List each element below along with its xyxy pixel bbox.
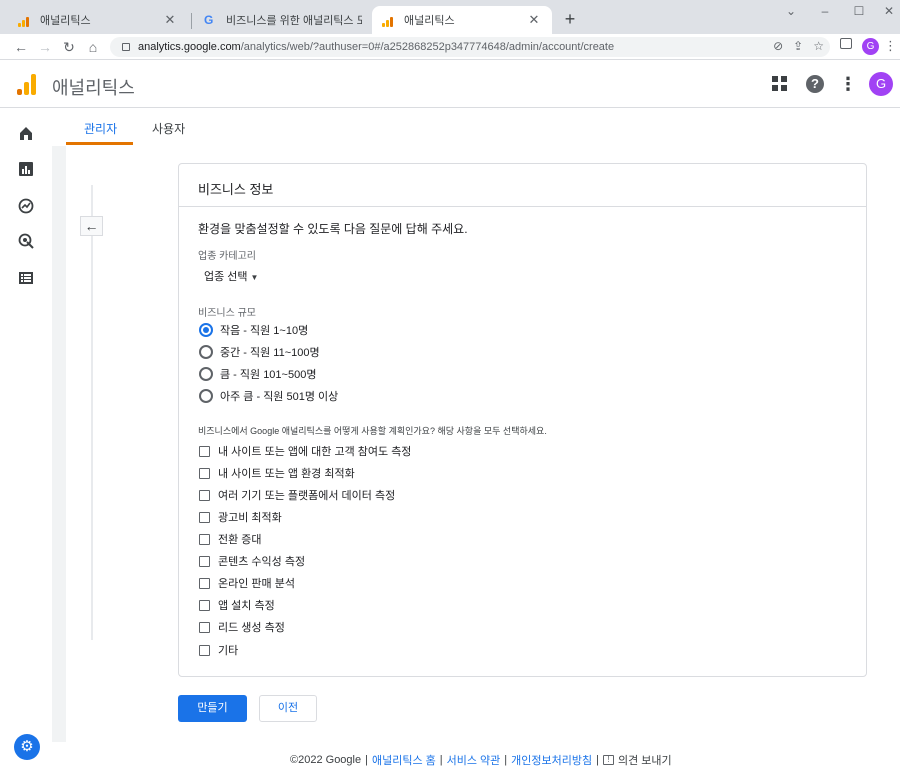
browser-tab-3-active[interactable]: 애널리틱스 ✕ [372, 6, 552, 34]
usage-option[interactable]: 내 사이트 또는 앱 환경 최적화 [199, 465, 355, 481]
dropdown-caret-icon: ▼ [250, 273, 259, 282]
industry-label: 업종 카테고리 [198, 251, 256, 262]
analytics-home-link[interactable]: 애널리틱스 홈 [372, 752, 436, 768]
usage-option[interactable]: 전환 증대 [199, 531, 262, 547]
usage-option[interactable]: 앱 설치 측정 [199, 597, 275, 613]
new-tab-button[interactable]: + [562, 9, 578, 30]
browser-tab-title: 비즈니스를 위한 애널리틱스 도구 [226, 15, 362, 27]
previous-button[interactable]: 이전 [259, 695, 317, 722]
tab-users[interactable]: 사용자 [152, 120, 185, 137]
lock-icon [122, 43, 130, 51]
checkbox[interactable] [199, 621, 210, 633]
side-panel-icon[interactable] [840, 38, 852, 49]
checkbox[interactable] [199, 445, 210, 457]
feedback-link[interactable]: 의견 보내기 [618, 752, 672, 768]
checkbox[interactable] [199, 555, 210, 567]
maximize-button[interactable]: ☐ [849, 4, 869, 18]
configure-list-icon[interactable] [18, 270, 34, 286]
divider [179, 206, 866, 207]
close-icon[interactable]: ✕ [162, 12, 178, 28]
url-text: analytics.google.com/analytics/web/?auth… [138, 41, 615, 53]
create-button[interactable]: 만들기 [178, 695, 247, 722]
usage-option[interactable]: 리드 생성 측정 [199, 619, 285, 635]
reload-icon[interactable]: ↻ [60, 38, 78, 56]
browser-tab-2[interactable]: G 비즈니스를 위한 애널리틱스 도구 [194, 6, 372, 34]
account-avatar[interactable]: G [869, 72, 893, 96]
intro-text: 환경을 맞춤설정할 수 있도록 다음 질문에 답해 주세요. [198, 222, 468, 236]
industry-select[interactable]: 업종 선택 ▼ [204, 268, 258, 284]
privacy-link[interactable]: 개인정보처리방침 [511, 752, 592, 768]
radio-button[interactable] [199, 345, 213, 359]
share-icon[interactable]: ⇪ [793, 39, 803, 53]
close-icon[interactable]: ✕ [526, 12, 542, 28]
checkbox[interactable] [199, 467, 210, 479]
copyright: ©2022 Google [290, 754, 362, 766]
apps-grid-icon[interactable] [768, 73, 790, 95]
browser-tab-title: 애널리틱스 [404, 15, 455, 27]
stepper-line [91, 185, 93, 640]
google-icon: G [204, 13, 214, 27]
size-option-small[interactable]: 작음 - 직원 1~10명 [199, 321, 308, 339]
size-option-very-large[interactable]: 아주 큼 - 직원 501명 이상 [199, 387, 338, 405]
page-footer: ©2022 Google | 애널리틱스 홈 | 서비스 약관 | 개인정보처리… [290, 752, 672, 768]
address-bar[interactable]: analytics.google.com/analytics/web/?auth… [110, 37, 830, 57]
back-arrow-icon[interactable]: ← [12, 38, 30, 56]
usage-option[interactable]: 온라인 판매 분석 [199, 575, 295, 591]
size-option-large[interactable]: 큼 - 직원 101~500명 [199, 365, 316, 383]
analytics-logo [17, 73, 37, 95]
tab-separator [191, 13, 192, 29]
admin-settings-gear-icon[interactable]: ⚙ [14, 734, 40, 760]
browser-tab-strip: 애널리틱스 ✕ G 비즈니스를 위한 애널리틱스 도구 애널리틱스 ✕ + ⌄ … [0, 0, 900, 34]
tab-search-icon[interactable]: ⌄ [781, 4, 801, 18]
eye-off-icon[interactable]: ⊘ [773, 39, 783, 53]
checkbox[interactable] [199, 511, 210, 523]
more-vert-icon[interactable]: ⋮ [837, 73, 859, 95]
browser-menu-icon[interactable]: ⋮ [884, 38, 897, 54]
checkbox[interactable] [199, 533, 210, 545]
home-icon[interactable] [18, 125, 34, 141]
minimize-button[interactable]: – [815, 4, 835, 18]
analytics-icon [18, 13, 32, 27]
bookmark-star-icon[interactable]: ☆ [813, 39, 824, 53]
explore-icon[interactable] [18, 198, 34, 214]
checkbox[interactable] [199, 644, 210, 656]
radio-button[interactable] [199, 323, 213, 337]
active-tab-indicator [66, 142, 133, 145]
tab-admin[interactable]: 관리자 [84, 120, 117, 137]
browser-profile-avatar[interactable]: G [862, 38, 879, 55]
analytics-icon [382, 13, 396, 27]
browser-tab-title: 애널리틱스 [40, 15, 91, 27]
usage-option[interactable]: 기타 [199, 642, 238, 658]
business-info-card: 비즈니스 정보 환경을 맞춤설정할 수 있도록 다음 질문에 답해 주세요. 업… [178, 163, 867, 677]
browser-tab-1[interactable]: 애널리틱스 ✕ [8, 6, 188, 34]
checkbox[interactable] [199, 577, 210, 589]
card-title: 비즈니스 정보 [198, 182, 274, 197]
usage-question: 비즈니스에서 Google 애널리틱스를 어떻게 사용할 계획인가요? 해당 사… [198, 426, 547, 436]
help-icon[interactable]: ? [804, 73, 826, 95]
forward-arrow-icon[interactable]: → [36, 38, 54, 56]
usage-option[interactable]: 광고비 최적화 [199, 509, 282, 525]
radio-button[interactable] [199, 389, 213, 403]
advertising-icon[interactable] [18, 233, 34, 249]
terms-link[interactable]: 서비스 약관 [447, 752, 501, 768]
usage-option[interactable]: 콘텐츠 수익성 측정 [199, 553, 305, 569]
checkbox[interactable] [199, 489, 210, 501]
reports-icon[interactable] [18, 161, 34, 177]
window-close-button[interactable]: ✕ [879, 4, 899, 18]
app-title: 애널리틱스 [52, 78, 135, 98]
admin-tabs: 관리자 사용자 [52, 108, 900, 146]
app-header: 애널리틱스 ? ⋮ G [0, 60, 900, 108]
checkbox[interactable] [199, 599, 210, 611]
size-option-medium[interactable]: 중간 - 직원 11~100명 [199, 343, 320, 361]
back-arrow-button[interactable]: ← [80, 216, 103, 236]
radio-button[interactable] [199, 367, 213, 381]
usage-option[interactable]: 여러 기기 또는 플랫폼에서 데이터 측정 [199, 487, 395, 503]
browser-toolbar: ← → ↻ ⌂ analytics.google.com/analytics/w… [0, 34, 900, 60]
usage-option[interactable]: 내 사이트 또는 앱에 대한 고객 참여도 측정 [199, 443, 411, 459]
feedback-icon: ! [602, 755, 614, 765]
home-icon[interactable]: ⌂ [84, 38, 102, 56]
left-nav-rail [0, 108, 52, 771]
size-label: 비즈니스 규모 [198, 308, 256, 319]
